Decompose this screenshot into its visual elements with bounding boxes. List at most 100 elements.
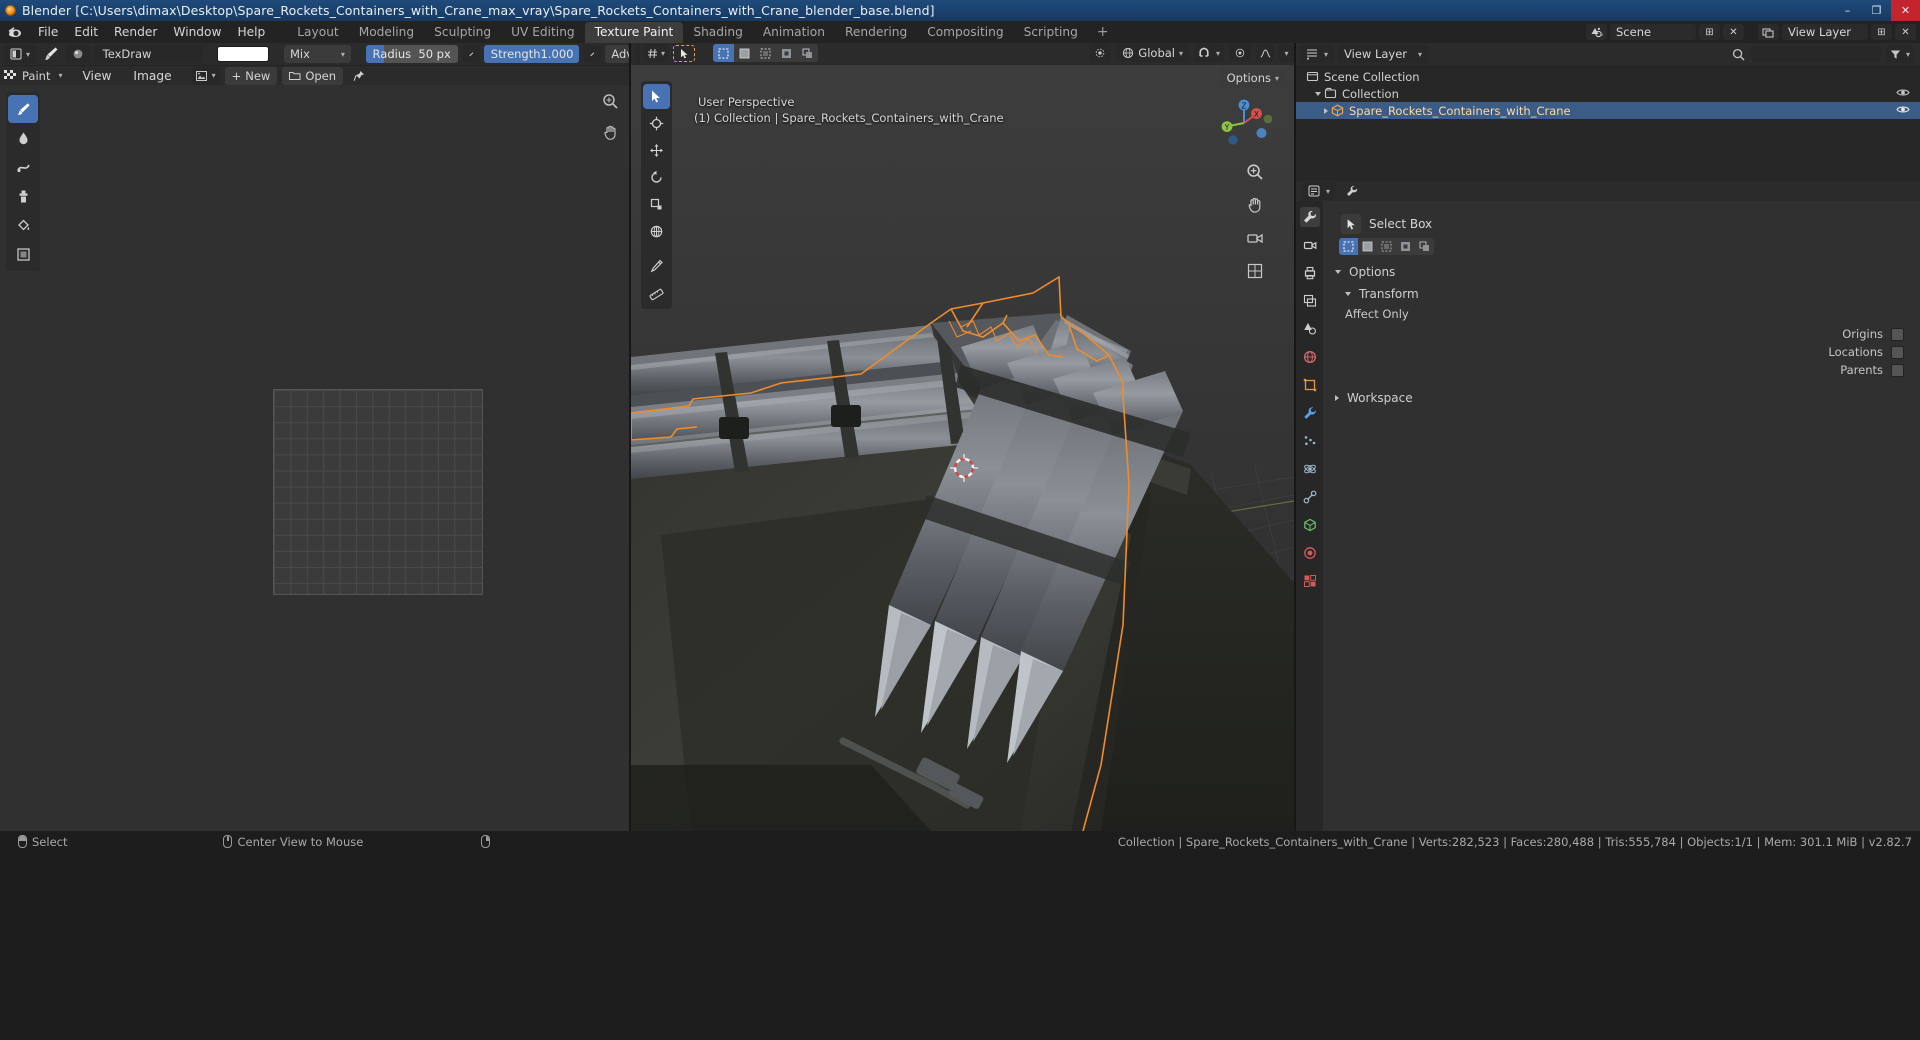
viewport-options-dropdown[interactable]: Options ▾ [1219, 69, 1286, 87]
filter-icon[interactable]: ▾ [1886, 45, 1914, 63]
select-invert-icon[interactable] [1396, 238, 1415, 255]
brush-preview-icon[interactable] [65, 45, 90, 63]
open-image-button[interactable]: Open [282, 66, 344, 85]
new-scene-button[interactable]: ⊞ [1699, 24, 1720, 40]
tool-cursor[interactable] [643, 111, 670, 136]
pin-icon[interactable] [348, 70, 370, 82]
tool-properties-icon[interactable] [1341, 185, 1363, 197]
select-intersect-icon[interactable] [797, 44, 818, 62]
select-subtract-icon[interactable] [1377, 238, 1396, 255]
select-extend-icon[interactable] [1358, 238, 1377, 255]
affect-parents-checkbox[interactable] [1891, 363, 1904, 377]
hand-nav-icon[interactable] [1246, 196, 1264, 218]
properties-tab-output[interactable] [1300, 263, 1320, 283]
hand-icon[interactable] [602, 124, 619, 145]
view-orientation-gizmo[interactable]: Z Y X [1216, 95, 1273, 151]
view-layer-name-field[interactable]: View Layer [1782, 24, 1868, 40]
select-mode-dropdown[interactable]: ▾ [644, 44, 668, 62]
outliner-display-mode-dropdown[interactable]: View Layer ▾ [1338, 45, 1428, 63]
scene-name-field[interactable]: Scene [1610, 24, 1696, 40]
snap-magnet-icon[interactable]: ▾ [1194, 44, 1224, 62]
outliner-search-input[interactable] [1751, 46, 1881, 62]
image-menu-view[interactable]: View [74, 67, 119, 85]
menu-render[interactable]: Render [106, 23, 165, 41]
image-editor-mode-selector[interactable]: Paint ▾ [4, 69, 62, 83]
properties-tab-constraints[interactable] [1300, 487, 1320, 507]
advanced-dropdown[interactable]: Adva [605, 45, 629, 63]
minimize-button[interactable]: – [1833, 0, 1862, 21]
image-menu-image[interactable]: Image [125, 67, 179, 85]
scene-browse-icon[interactable]: v [1586, 24, 1607, 40]
proportional-falloff-dropdown[interactable] [1256, 44, 1274, 62]
select-intersect-icon[interactable] [1415, 238, 1434, 255]
strength-slider[interactable]: Strength 1.000 [483, 45, 580, 63]
maximize-button[interactable]: ❐ [1862, 0, 1891, 21]
search-icon[interactable] [1730, 48, 1746, 61]
tab-shading[interactable]: Shading [683, 22, 753, 43]
tool-smear[interactable] [8, 153, 38, 181]
select-set-new-icon[interactable] [1339, 238, 1358, 255]
outliner-editor-type-selector[interactable]: ▾ [1300, 45, 1334, 63]
tool-move[interactable] [643, 138, 670, 163]
radius-pressure-icon[interactable] [461, 45, 480, 63]
tool-measure[interactable] [643, 281, 670, 306]
ortho-persp-icon[interactable] [1246, 262, 1264, 284]
affect-locations-row[interactable]: Locations [1331, 345, 1904, 359]
editor-type-selector[interactable]: ▾ [4, 45, 37, 63]
properties-tab-texture[interactable] [1300, 571, 1320, 591]
new-image-button[interactable]: + New [224, 66, 278, 85]
outliner-row-object[interactable]: Spare_Rockets_Containers_with_Crane [1296, 102, 1920, 119]
visibility-eye-icon[interactable] [1896, 87, 1910, 101]
tool-select-box[interactable] [643, 84, 670, 109]
tab-uv-editing[interactable]: UV Editing [501, 22, 585, 43]
remove-view-layer-button[interactable]: ✕ [1895, 24, 1916, 40]
affect-origins-checkbox[interactable] [1891, 327, 1904, 341]
transform-orientation-dropdown[interactable]: Global ▾ [1116, 44, 1189, 62]
properties-tab-scene[interactable] [1300, 319, 1320, 339]
new-view-layer-button[interactable]: ⊞ [1871, 24, 1892, 40]
tool-draw[interactable] [8, 95, 38, 123]
select-box-active-icon[interactable] [673, 44, 695, 62]
select-subtract-icon[interactable] [755, 44, 776, 62]
view-layer-browse-icon[interactable] [1758, 24, 1779, 40]
camera-nav-icon[interactable] [1246, 229, 1264, 251]
strength-pressure-icon[interactable] [583, 45, 602, 63]
properties-tab-tool[interactable] [1299, 207, 1320, 227]
brush-name-field[interactable]: TexDraw [93, 45, 203, 63]
tool-mask[interactable] [8, 240, 38, 268]
menu-edit[interactable]: Edit [66, 23, 106, 41]
tab-modeling[interactable]: Modeling [349, 22, 424, 43]
visibility-eye-icon[interactable] [1896, 104, 1910, 118]
select-set-icon[interactable] [713, 44, 734, 62]
brush-color-swatch[interactable] [217, 46, 270, 62]
section-transform[interactable]: Transform [1345, 287, 1912, 301]
tab-sculpting[interactable]: Sculpting [424, 22, 501, 43]
outliner-tree[interactable]: Scene Collection Collection Spare_Rocket… [1296, 65, 1920, 181]
zoom-icon[interactable] [602, 93, 619, 114]
unlink-scene-button[interactable]: ✕ [1723, 24, 1744, 40]
tab-rendering[interactable]: Rendering [835, 22, 917, 43]
properties-editor-type-selector[interactable]: ▾ [1302, 182, 1336, 200]
outliner-row-collection[interactable]: Collection [1296, 85, 1920, 102]
affect-origins-row[interactable]: Origins [1331, 327, 1904, 341]
radius-slider[interactable]: Radius 50 px [365, 45, 458, 63]
menu-window[interactable]: Window [165, 23, 229, 41]
properties-tab-object-data[interactable] [1300, 515, 1320, 535]
tab-texture-paint[interactable]: Texture Paint [584, 21, 684, 43]
tool-soften[interactable] [8, 124, 38, 152]
tab-animation[interactable]: Animation [753, 22, 835, 43]
tool-annotate[interactable] [643, 254, 670, 279]
tool-fill[interactable] [8, 211, 38, 239]
zoom-nav-icon[interactable] [1246, 163, 1264, 185]
properties-tab-object[interactable] [1300, 375, 1320, 395]
section-options[interactable]: Options [1335, 265, 1912, 279]
proportional-edit-icon[interactable] [1229, 44, 1251, 62]
transform-pivot-icon[interactable] [1089, 44, 1112, 62]
viewport-canvas[interactable]: User Perspective (1) Collection | Spare_… [631, 65, 1294, 831]
properties-tab-view-layer[interactable] [1300, 291, 1320, 311]
properties-tab-render[interactable] [1300, 235, 1320, 255]
properties-tab-physics[interactable] [1300, 459, 1320, 479]
close-button[interactable]: ✕ [1891, 0, 1920, 21]
affect-locations-checkbox[interactable] [1891, 345, 1904, 359]
properties-tab-world[interactable] [1300, 347, 1320, 367]
